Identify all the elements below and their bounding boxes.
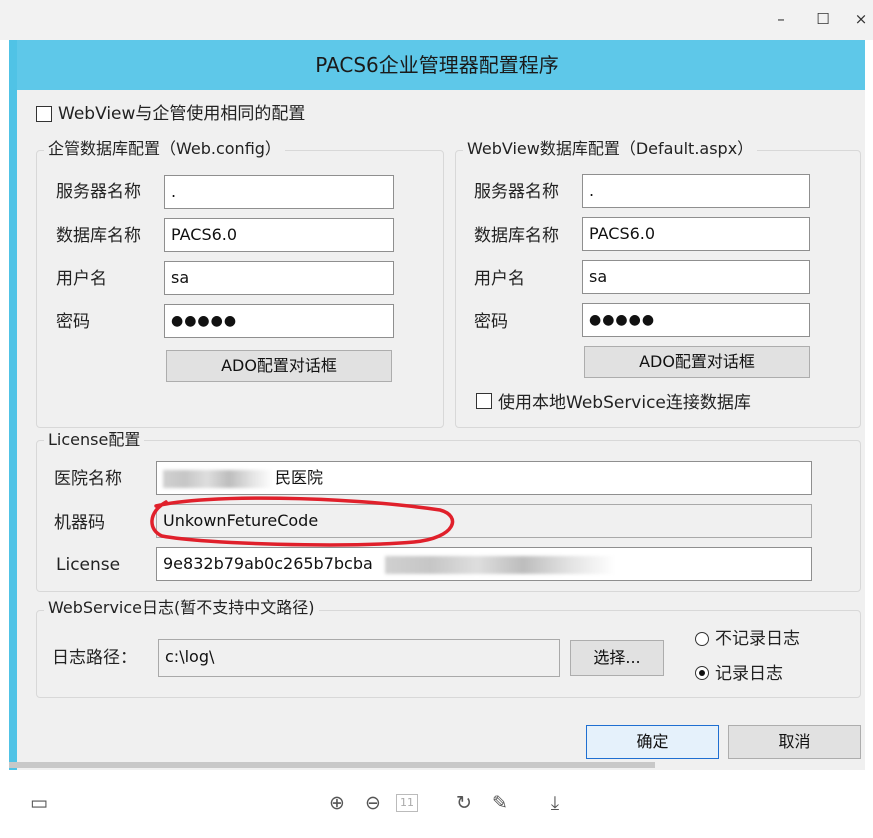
webview-db-label: 数据库名称: [474, 226, 559, 246]
same-config-checkbox[interactable]: [36, 106, 52, 122]
redacted-text: [385, 556, 615, 574]
webview-user-input[interactable]: sa: [582, 260, 810, 294]
viewer-toolbar: [0, 770, 873, 838]
webview-db-input[interactable]: PACS6.0: [582, 217, 810, 251]
zoom-in-icon[interactable]: ⊕: [324, 790, 350, 816]
dialog-title: PACS6企业管理器配置程序: [9, 40, 865, 90]
minimize-button[interactable]: –: [766, 6, 796, 32]
hospital-value: 民医院: [275, 468, 324, 487]
license-label: License: [56, 555, 121, 575]
choose-log-path-button[interactable]: 选择...: [570, 640, 664, 676]
enterprise-db-input[interactable]: PACS6.0: [164, 218, 394, 252]
enterprise-user-input[interactable]: sa: [164, 261, 394, 295]
machine-code-label: 机器码: [54, 513, 105, 533]
enterprise-password-label: 密码: [56, 312, 90, 332]
cancel-button[interactable]: 取消: [728, 725, 861, 759]
enterprise-ado-button[interactable]: ADO配置对话框: [166, 350, 392, 382]
license-value: 9e832b79ab0c265b7bcba: [163, 554, 373, 573]
enterprise-db-legend: 企管数据库配置（Web.config）: [44, 139, 285, 159]
actual-size-icon[interactable]: 11: [396, 794, 418, 812]
enterprise-db-label: 数据库名称: [56, 226, 141, 246]
enterprise-user-label: 用户名: [56, 269, 107, 289]
webview-ado-button[interactable]: ADO配置对话框: [584, 346, 810, 378]
webview-server-input[interactable]: .: [582, 174, 810, 208]
webview-db-legend: WebView数据库配置（Default.aspx）: [463, 139, 758, 159]
left-accent-bar: [9, 40, 17, 770]
hospital-label: 医院名称: [54, 469, 122, 489]
webview-server-label: 服务器名称: [474, 182, 559, 202]
license-legend: License配置: [44, 430, 145, 450]
redacted-text: [163, 470, 273, 488]
log-label: 记录日志: [715, 664, 783, 684]
ok-button[interactable]: 确定: [586, 725, 719, 759]
download-icon[interactable]: ⤓: [542, 790, 568, 816]
enterprise-server-label: 服务器名称: [56, 182, 141, 202]
window-titlebar: [0, 0, 873, 40]
log-legend: WebService日志(暂不支持中文路径): [44, 598, 319, 618]
rotate-icon[interactable]: ↻: [451, 790, 477, 816]
layout-icon[interactable]: ▭: [26, 790, 52, 816]
local-webservice-checkbox[interactable]: [476, 393, 492, 409]
same-config-label: WebView与企管使用相同的配置: [58, 104, 306, 124]
close-button[interactable]: ×: [846, 6, 873, 32]
hospital-input[interactable]: 民医院: [156, 461, 812, 495]
log-path-label: 日志路径：: [52, 648, 137, 668]
license-input[interactable]: 9e832b79ab0c265b7bcba: [156, 547, 812, 581]
webview-password-label: 密码: [474, 312, 508, 332]
red-annotation-circle: [150, 496, 455, 547]
zoom-out-icon[interactable]: ⊖: [360, 790, 386, 816]
webview-user-label: 用户名: [474, 269, 525, 289]
enterprise-server-input[interactable]: .: [164, 175, 394, 209]
maximize-button[interactable]: ☐: [808, 6, 838, 32]
edit-icon[interactable]: ✎: [487, 790, 513, 816]
log-radio[interactable]: [695, 666, 709, 680]
enterprise-password-input[interactable]: ●●●●●: [164, 304, 394, 338]
log-path-input[interactable]: c:\log\: [158, 639, 560, 677]
no-log-label: 不记录日志: [715, 629, 800, 649]
local-webservice-label: 使用本地WebService连接数据库: [498, 393, 751, 413]
webview-password-input[interactable]: ●●●●●: [582, 303, 810, 337]
no-log-radio[interactable]: [695, 632, 709, 646]
horizontal-scrollbar[interactable]: [9, 762, 655, 768]
